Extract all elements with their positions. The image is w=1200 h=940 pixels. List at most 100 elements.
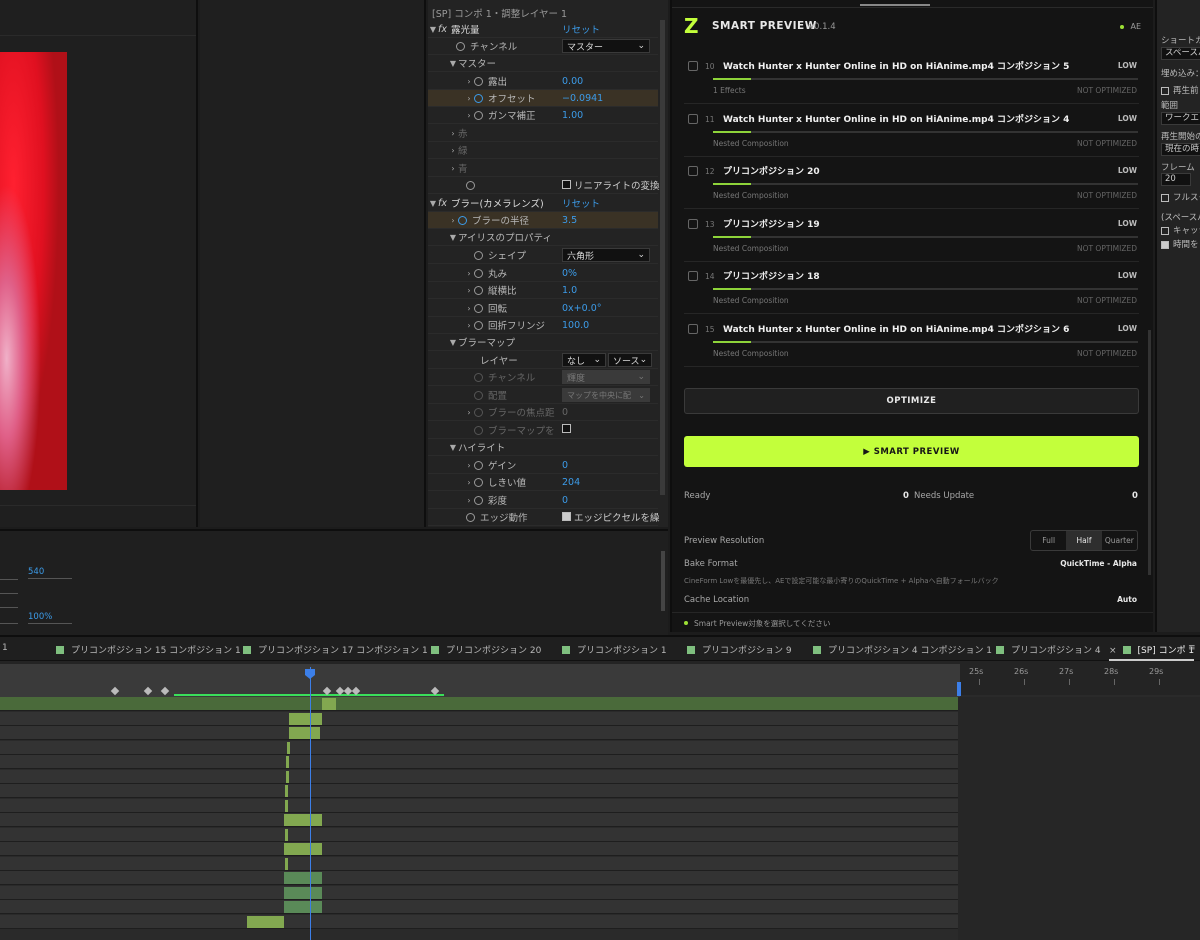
- effect-controls-panel[interactable]: [SP] コンポ 1・調整レイヤー 1 ▼ fx 露光量 リセット チャンネル …: [428, 0, 668, 527]
- panel-menu-icon[interactable]: ≡: [1188, 643, 1196, 653]
- expand-icon[interactable]: ›: [448, 146, 458, 155]
- list-item[interactable]: 13 プリコンポジション 19 LOW Nested Composition N…: [684, 210, 1139, 262]
- list-item[interactable]: 11 Watch Hunter x Hunter Online in HD on…: [684, 105, 1139, 157]
- tab-comp[interactable]: プリコンポジション 9: [687, 643, 792, 656]
- layer-track[interactable]: [0, 885, 958, 900]
- layer-track[interactable]: [0, 769, 958, 784]
- composition-viewer[interactable]: [0, 0, 198, 527]
- current-time-indicator[interactable]: [310, 667, 311, 940]
- expand-icon[interactable]: ›: [464, 304, 474, 313]
- stopwatch-icon[interactable]: [474, 460, 483, 470]
- layer-bar[interactable]: [285, 799, 288, 812]
- stopwatch-icon[interactable]: [474, 268, 483, 278]
- stopwatch-icon[interactable]: [466, 180, 475, 190]
- roundness-value[interactable]: 0%: [562, 268, 577, 279]
- expand-icon[interactable]: ›: [448, 164, 458, 173]
- blue-group[interactable]: › 青: [428, 160, 658, 177]
- tab-comp[interactable]: プリコンポジション 15 コンポジション 1: [56, 643, 241, 656]
- layer-bar[interactable]: [284, 814, 322, 826]
- resolution-half[interactable]: Half: [1066, 531, 1102, 550]
- expand-icon[interactable]: ›: [464, 496, 474, 505]
- time-checkbox[interactable]: [1161, 240, 1169, 249]
- optimize-button[interactable]: OPTIMIZE: [684, 388, 1139, 414]
- layer-track[interactable]: [0, 740, 958, 755]
- gain-value[interactable]: 0: [562, 460, 568, 471]
- layer-track[interactable]: [0, 755, 958, 769]
- layer-bar[interactable]: [284, 901, 322, 913]
- item-checkbox[interactable]: [688, 61, 698, 71]
- shape-dropdown[interactable]: 六角形 ⌄: [562, 248, 650, 262]
- collapse-icon[interactable]: ▼: [448, 443, 458, 452]
- layer-track[interactable]: [0, 726, 958, 740]
- cache-checkbox[interactable]: [1161, 226, 1169, 235]
- stopwatch-icon[interactable]: [458, 215, 467, 225]
- layer-track[interactable]: [0, 900, 958, 914]
- reset-link[interactable]: リセット: [562, 22, 600, 36]
- layer-bar[interactable]: [284, 843, 322, 855]
- expand-icon[interactable]: ›: [464, 94, 474, 103]
- red-group[interactable]: › 赤: [428, 125, 658, 142]
- list-item[interactable]: 14 プリコンポジション 18 LOW Nested Composition N…: [684, 262, 1139, 314]
- stopwatch-icon[interactable]: [474, 477, 483, 487]
- stopwatch-icon[interactable]: [474, 76, 483, 86]
- range-dropdown[interactable]: ワークエリ: [1161, 112, 1200, 125]
- highlight-group[interactable]: ▼ ハイライト: [428, 439, 658, 456]
- item-checkbox[interactable]: [688, 271, 698, 281]
- expand-icon[interactable]: ›: [464, 269, 474, 278]
- invert-map-checkbox[interactable]: [562, 424, 571, 433]
- layer-track[interactable]: [0, 784, 958, 798]
- layer-bar[interactable]: [286, 770, 289, 783]
- stopwatch-icon[interactable]: [456, 41, 465, 51]
- expand-icon[interactable]: ›: [464, 478, 474, 487]
- expand-icon[interactable]: ›: [464, 286, 474, 295]
- tab-comp[interactable]: プリコンポジション 17 コンポジション 1: [243, 643, 428, 656]
- time-option[interactable]: 時間を: [1161, 238, 1199, 250]
- stopwatch-icon[interactable]: [466, 512, 475, 522]
- fx-scrollbar[interactable]: [660, 20, 665, 495]
- scrollbar[interactable]: [661, 551, 665, 611]
- tab-comp[interactable]: プリコンポジション 1: [562, 643, 667, 656]
- linear-light-checkbox[interactable]: [562, 180, 571, 189]
- resolution-full[interactable]: Full: [1031, 531, 1066, 550]
- panel-scrollbar[interactable]: [1148, 330, 1151, 575]
- aspect-ratio-value[interactable]: 1.0: [562, 285, 577, 296]
- source-dropdown[interactable]: ソース ⌄: [608, 353, 652, 367]
- tab-comp[interactable]: 1: [2, 643, 8, 653]
- layer-track[interactable]: [0, 813, 958, 827]
- expand-icon[interactable]: ›: [448, 216, 458, 225]
- rotation-value[interactable]: 0x+0.0°: [562, 303, 601, 314]
- list-item[interactable]: 15 Watch Hunter x Hunter Online in HD on…: [684, 315, 1139, 367]
- collapse-icon[interactable]: ▼: [428, 25, 438, 34]
- layer-bar[interactable]: [322, 698, 336, 710]
- expand-icon[interactable]: ›: [464, 461, 474, 470]
- collapse-icon[interactable]: ▼: [448, 233, 458, 242]
- expand-icon[interactable]: ›: [464, 321, 474, 330]
- tab-comp[interactable]: プリコンポジション 20: [431, 643, 541, 656]
- item-checkbox[interactable]: [688, 114, 698, 124]
- layer-track[interactable]: [0, 914, 958, 929]
- layer-track[interactable]: [0, 827, 958, 842]
- active-tab-indicator[interactable]: [860, 4, 930, 6]
- layer-track[interactable]: [0, 842, 958, 856]
- tab-comp[interactable]: プリコンポジション 4 コンポジション 1: [813, 643, 992, 656]
- value-field[interactable]: 540: [28, 567, 44, 577]
- offset-value[interactable]: −0.0941: [562, 93, 603, 104]
- gamma-value[interactable]: 1.00: [562, 110, 583, 121]
- item-checkbox[interactable]: [688, 219, 698, 229]
- play-start-dropdown[interactable]: 現在の時: [1161, 143, 1200, 156]
- item-checkbox[interactable]: [688, 166, 698, 176]
- work-area-end-handle[interactable]: [957, 682, 961, 696]
- list-item[interactable]: 10 Watch Hunter x Hunter Online in HD on…: [684, 52, 1139, 104]
- layer-track[interactable]: [0, 871, 958, 885]
- stopwatch-icon[interactable]: [474, 495, 483, 505]
- resolution-quarter[interactable]: Quarter: [1102, 531, 1137, 550]
- fullscreen-checkbox[interactable]: [1161, 193, 1169, 202]
- resolution-selector[interactable]: Full Half Quarter: [1030, 530, 1138, 551]
- bake-format-value[interactable]: QuickTime - Alpha: [1060, 559, 1137, 568]
- cache-option[interactable]: キャッシ: [1161, 224, 1200, 236]
- close-icon[interactable]: ×: [1109, 646, 1117, 656]
- exposure-value[interactable]: 0.00: [562, 76, 583, 87]
- diffraction-value[interactable]: 100.0: [562, 320, 589, 331]
- layer-bar[interactable]: [285, 785, 288, 797]
- edge-pixels-checkbox[interactable]: [562, 512, 571, 521]
